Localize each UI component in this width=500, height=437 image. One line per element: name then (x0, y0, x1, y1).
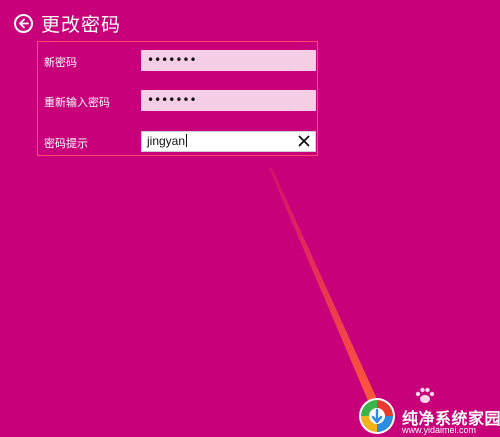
new-password-value: ••••••• (147, 53, 197, 67)
password-hint-text: jingyan (147, 134, 188, 148)
confirm-password-value: ••••••• (147, 93, 197, 107)
new-password-input[interactable]: ••••••• (141, 50, 316, 71)
close-icon[interactable] (298, 135, 310, 147)
password-hint-value: jingyan (147, 134, 186, 148)
site-watermark: 纯净系统家园 www.yidaimei.com (350, 387, 500, 437)
new-password-label: 新密码 (44, 56, 77, 69)
watermark-url: www.yidaimei.com (402, 425, 477, 435)
brand-logo-icon (359, 398, 395, 434)
page-header: 更改密码 (14, 10, 121, 36)
paw-icon (415, 387, 435, 403)
change-password-form: 新密码 ••••••• 重新输入密码 ••••••• 密码提示 jingyan (37, 41, 318, 156)
page-title: 更改密码 (41, 13, 122, 36)
back-arrow-icon[interactable] (14, 13, 33, 33)
confirm-password-row: 重新输入密码 ••••••• (38, 90, 317, 112)
new-password-row: 新密码 ••••••• (38, 50, 317, 72)
password-hint-label: 密码提示 (44, 137, 88, 150)
confirm-password-input[interactable]: ••••••• (141, 90, 316, 111)
password-hint-input[interactable]: jingyan (141, 131, 316, 152)
text-caret (186, 134, 188, 147)
password-hint-row: 密码提示 jingyan (38, 131, 317, 153)
confirm-password-label: 重新输入密码 (44, 96, 110, 109)
